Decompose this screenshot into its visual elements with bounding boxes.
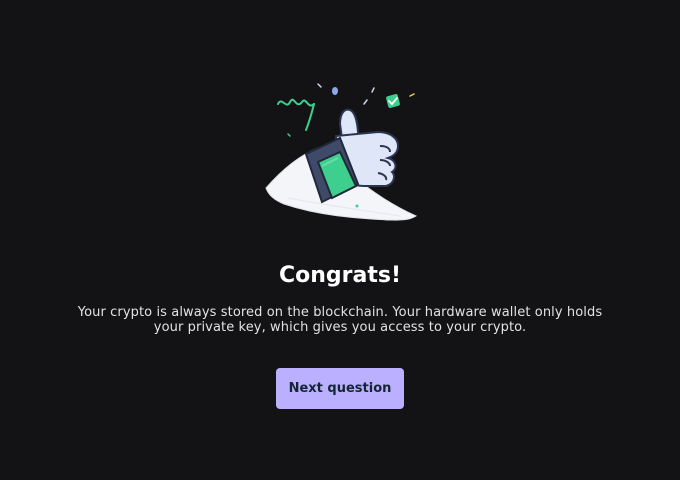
check-badge-icon bbox=[386, 94, 400, 108]
next-question-button[interactable]: Next question bbox=[276, 368, 404, 409]
congrats-screen: Congrats! Your crypto is always stored o… bbox=[0, 0, 680, 480]
congrats-title: Congrats! bbox=[278, 263, 401, 288]
thumbs-up-illustration bbox=[265, 83, 418, 221]
congrats-description: Your crypto is always stored on the bloc… bbox=[77, 305, 603, 335]
confetti-icon bbox=[277, 98, 315, 107]
